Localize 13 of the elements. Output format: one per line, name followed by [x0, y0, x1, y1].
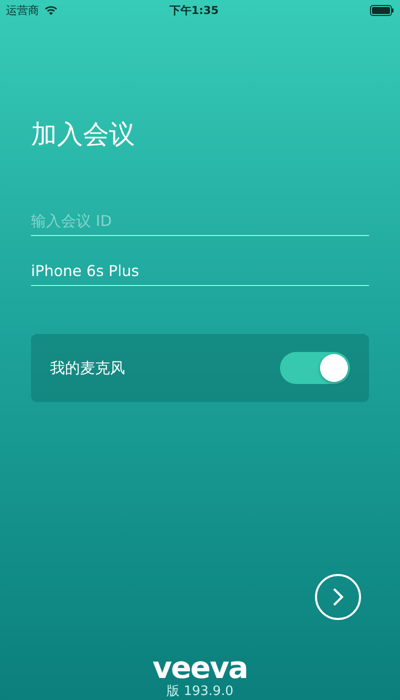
- microphone-label: 我的麦克风: [50, 358, 125, 378]
- version-text: 版 193.9.0: [166, 684, 234, 700]
- wifi-icon: [44, 5, 58, 15]
- name-field[interactable]: iPhone 6s Plus: [31, 258, 369, 286]
- page-title: 加入会议: [31, 119, 136, 152]
- carrier-name: 运营商: [6, 2, 39, 18]
- battery-icon: [370, 4, 394, 16]
- chevron-right-icon: [332, 587, 344, 607]
- clock-time: 下午1:35: [168, 2, 220, 18]
- logo: veeva: [152, 654, 248, 684]
- microphone-toggle[interactable]: [280, 352, 350, 384]
- next-button[interactable]: [315, 574, 361, 620]
- meeting-id-field[interactable]: 输入会议 ID: [31, 208, 369, 236]
